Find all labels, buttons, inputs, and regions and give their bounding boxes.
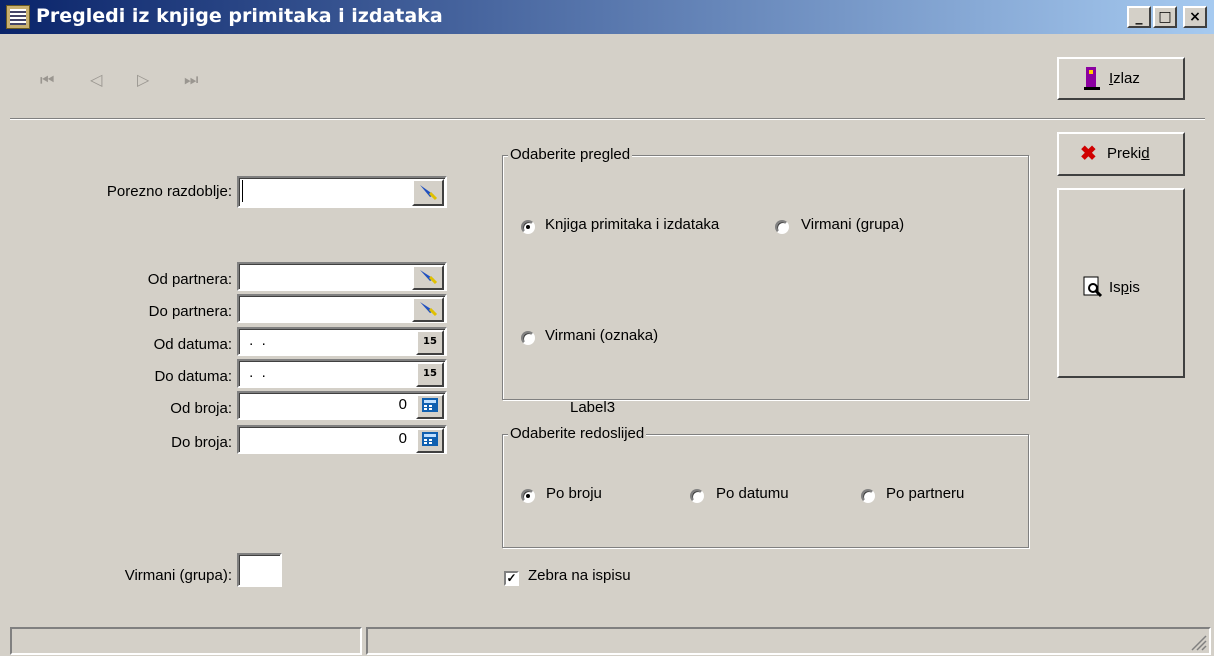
do-broja-label: Do broja: <box>171 434 232 451</box>
do-partnera-label: Do partnera: <box>148 303 232 320</box>
virmani-grupa-label: Virmani (grupa): <box>124 567 232 584</box>
prev-record-icon[interactable]: ◁ <box>90 70 102 89</box>
prekid-button[interactable]: ✖ Prekid <box>1057 132 1185 176</box>
porezno-razdoblje-label: Porezno razdoblje: <box>106 183 232 200</box>
radio-po-broju[interactable] <box>521 489 535 503</box>
status-panel-2 <box>366 627 1211 655</box>
radio-po-partneru-label[interactable]: Po partneru <box>886 485 964 502</box>
status-panel-1 <box>10 627 362 655</box>
last-record-icon[interactable]: ⏭ <box>184 70 198 90</box>
ispis-button[interactable]: Ispis <box>1057 188 1185 378</box>
close-button[interactable]: × <box>1183 6 1207 28</box>
radio-po-datumu-label[interactable]: Po datumu <box>716 485 789 502</box>
first-record-icon[interactable]: ⏮ <box>40 70 54 90</box>
pregled-group <box>502 155 1029 400</box>
do-partnera-input[interactable] <box>237 294 447 323</box>
ispis-label: Ispis <box>1109 279 1140 296</box>
pregled-group-title: Odaberite pregled <box>508 146 633 163</box>
do-broja-input[interactable]: 0 <box>237 425 447 454</box>
do-datuma-input[interactable]: . . 15 <box>237 359 447 388</box>
radio-knjiga-label[interactable]: Knjiga primitaka i izdataka <box>545 216 719 233</box>
title-bar: Pregledi iz knjige primitaka i izdataka … <box>0 0 1214 34</box>
od-broja-input[interactable]: 0 <box>237 391 447 420</box>
cancel-x-icon: ✖ <box>1080 143 1097 165</box>
print-preview-icon <box>1083 276 1103 298</box>
radio-knjiga[interactable] <box>521 220 535 234</box>
zebra-label[interactable]: Zebra na ispisu <box>528 567 631 584</box>
next-record-icon[interactable]: ▷ <box>137 70 149 89</box>
prekid-label: Prekid <box>1107 145 1150 162</box>
virmani-grupa-input[interactable] <box>237 553 282 587</box>
window-title: Pregledi iz knjige primitaka i izdataka <box>36 5 443 27</box>
text-cursor <box>242 180 243 202</box>
izlaz-label: Izlaz <box>1109 70 1140 87</box>
do-datuma-label: Do datuma: <box>154 368 232 385</box>
radio-virmani-oznaka-label[interactable]: Virmani (oznaka) <box>545 327 658 344</box>
od-datuma-label: Od datuma: <box>153 336 232 353</box>
lookup-icon[interactable] <box>412 179 444 206</box>
od-broja-label: Od broja: <box>170 400 232 417</box>
calendar-icon[interactable]: 15 <box>416 362 444 387</box>
izlaz-button[interactable]: Izlaz <box>1057 57 1185 100</box>
lookup-icon[interactable] <box>412 265 444 290</box>
calculator-icon[interactable] <box>416 394 444 419</box>
radio-virmani-grupa[interactable] <box>775 220 789 234</box>
calculator-icon[interactable] <box>416 428 444 453</box>
porezno-razdoblje-input[interactable] <box>237 176 447 208</box>
minimize-button[interactable]: _ <box>1127 6 1151 28</box>
radio-po-broju-label[interactable]: Po broju <box>546 485 602 502</box>
maximize-button[interactable]: □ <box>1153 6 1177 28</box>
calendar-icon[interactable]: 15 <box>416 330 444 355</box>
redoslijed-group-title: Odaberite redoslijed <box>508 425 647 442</box>
resize-grip-icon[interactable] <box>1188 632 1208 652</box>
app-icon <box>6 5 30 29</box>
od-partnera-label: Od partnera: <box>147 271 232 288</box>
radio-po-datumu[interactable] <box>690 489 704 503</box>
lookup-icon[interactable] <box>412 297 444 322</box>
exit-door-icon <box>1083 65 1101 91</box>
radio-virmani-oznaka[interactable] <box>521 331 535 345</box>
zebra-checkbox[interactable]: ✓ <box>504 571 519 586</box>
label3: Label3 <box>570 399 616 416</box>
radio-virmani-grupa-label[interactable]: Virmani (grupa) <box>801 216 904 233</box>
od-partnera-input[interactable] <box>237 262 447 291</box>
radio-po-partneru[interactable] <box>861 489 875 503</box>
od-datuma-input[interactable]: . . 15 <box>237 327 447 356</box>
